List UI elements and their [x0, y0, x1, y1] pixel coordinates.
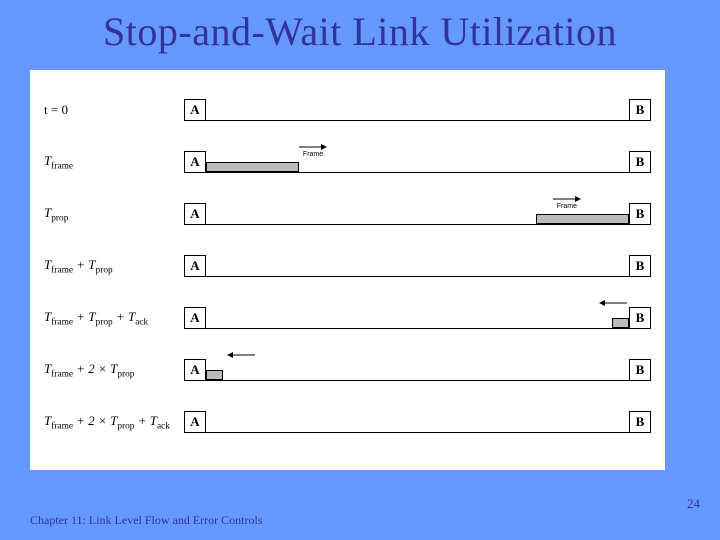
arrow-right-icon: Frame: [299, 143, 327, 158]
frame-block: [206, 162, 299, 172]
timeline-row: Tframe + Tprop + TackA B: [44, 292, 651, 344]
timeline-row: Tframe + TpropA B: [44, 240, 651, 292]
arrow-left-icon: [227, 351, 255, 359]
timeline-row: t = 0A B: [44, 84, 651, 136]
node-a-box: A: [184, 99, 206, 121]
node-b-box: B: [629, 359, 651, 381]
link-line: [206, 307, 629, 329]
time-label: Tprop: [44, 205, 184, 224]
link-line: Frame: [206, 203, 629, 225]
frame-block: [612, 318, 629, 328]
node-b-box: B: [629, 307, 651, 329]
diagram-panel: t = 0ABTframeAFrameBTpropAFrameBTframe +…: [30, 70, 665, 470]
node-b-box: B: [629, 99, 651, 121]
node-a-box: A: [184, 307, 206, 329]
node-b-box: B: [629, 411, 651, 433]
link-line: [206, 411, 629, 433]
time-label: Tframe: [44, 153, 184, 172]
timeline-row: TframeAFrameB: [44, 136, 651, 188]
arrow-right-icon: Frame: [553, 195, 581, 210]
link-line: [206, 255, 629, 277]
frame-block: [536, 214, 629, 224]
arrow-left-icon: [599, 299, 627, 307]
time-label: Tframe + Tprop: [44, 257, 184, 276]
node-b-box: B: [629, 151, 651, 173]
time-label: Tframe + Tprop + Tack: [44, 309, 184, 328]
link-line: [206, 359, 629, 381]
footer-chapter: Chapter 11: Link Level Flow and Error Co…: [30, 513, 263, 528]
node-a-box: A: [184, 151, 206, 173]
frame-block: [206, 370, 223, 380]
node-a-box: A: [184, 255, 206, 277]
time-label: t = 0: [44, 102, 184, 118]
time-label: Tframe + 2 × Tprop: [44, 361, 184, 380]
time-label: Tframe + 2 × Tprop + Tack: [44, 413, 184, 432]
timeline-row: Tframe + 2 × TpropA B: [44, 344, 651, 396]
page-number: 24: [687, 496, 700, 512]
link-line: [206, 99, 629, 121]
timeline-row: Tframe + 2 × Tprop + TackA B: [44, 396, 651, 448]
node-a-box: A: [184, 411, 206, 433]
timeline-row: TpropAFrameB: [44, 188, 651, 240]
node-b-box: B: [629, 203, 651, 225]
node-b-box: B: [629, 255, 651, 277]
node-a-box: A: [184, 203, 206, 225]
node-a-box: A: [184, 359, 206, 381]
link-line: Frame: [206, 151, 629, 173]
slide-title: Stop-and-Wait Link Utilization: [0, 0, 720, 59]
